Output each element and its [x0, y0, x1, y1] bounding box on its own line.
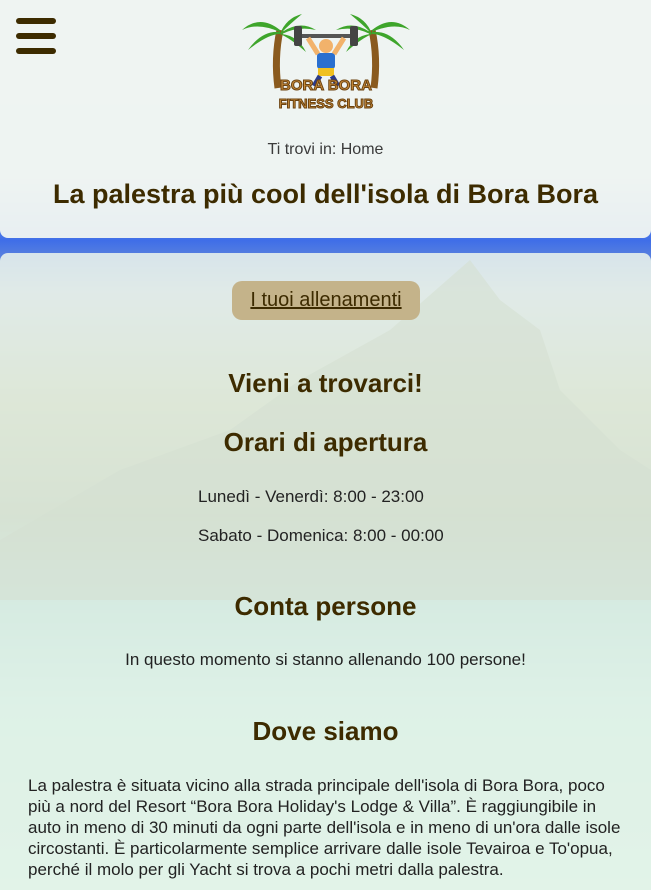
- workouts-button[interactable]: I tuoi allenamenti: [232, 281, 420, 320]
- svg-text:BORA BORA: BORA BORA: [280, 77, 372, 94]
- hours-heading: Orari di apertura: [223, 427, 428, 457]
- hours-weekdays: Lunedì - Venerdì: 8:00 - 23:00: [198, 487, 424, 506]
- breadcrumb-prefix: Ti trovi in:: [267, 141, 337, 158]
- hamburger-menu-icon[interactable]: [16, 18, 56, 54]
- where-heading: Dove siamo: [252, 716, 399, 746]
- page-title: La palestra più cool dell'isola di Bora …: [52, 179, 599, 209]
- breadcrumb-home-link[interactable]: Home: [341, 141, 384, 158]
- svg-text:FITNESS CLUB: FITNESS CLUB: [279, 96, 374, 111]
- hours-weekend: Sabato - Domenica: 8:00 - 00:00: [198, 526, 444, 545]
- bora-bora-fitness-logo[interactable]: BORA BORA FITNESS CLUB: [240, 8, 412, 116]
- people-count-heading: Conta persone: [234, 591, 417, 621]
- breadcrumb: Ti trovi in: Home: [0, 141, 651, 159]
- visit-heading: Vieni a trovarci!: [228, 368, 423, 398]
- where-description: La palestra è situata vicino alla strada…: [28, 776, 621, 879]
- people-count-text: In questo momento si stanno allenando 10…: [125, 650, 526, 669]
